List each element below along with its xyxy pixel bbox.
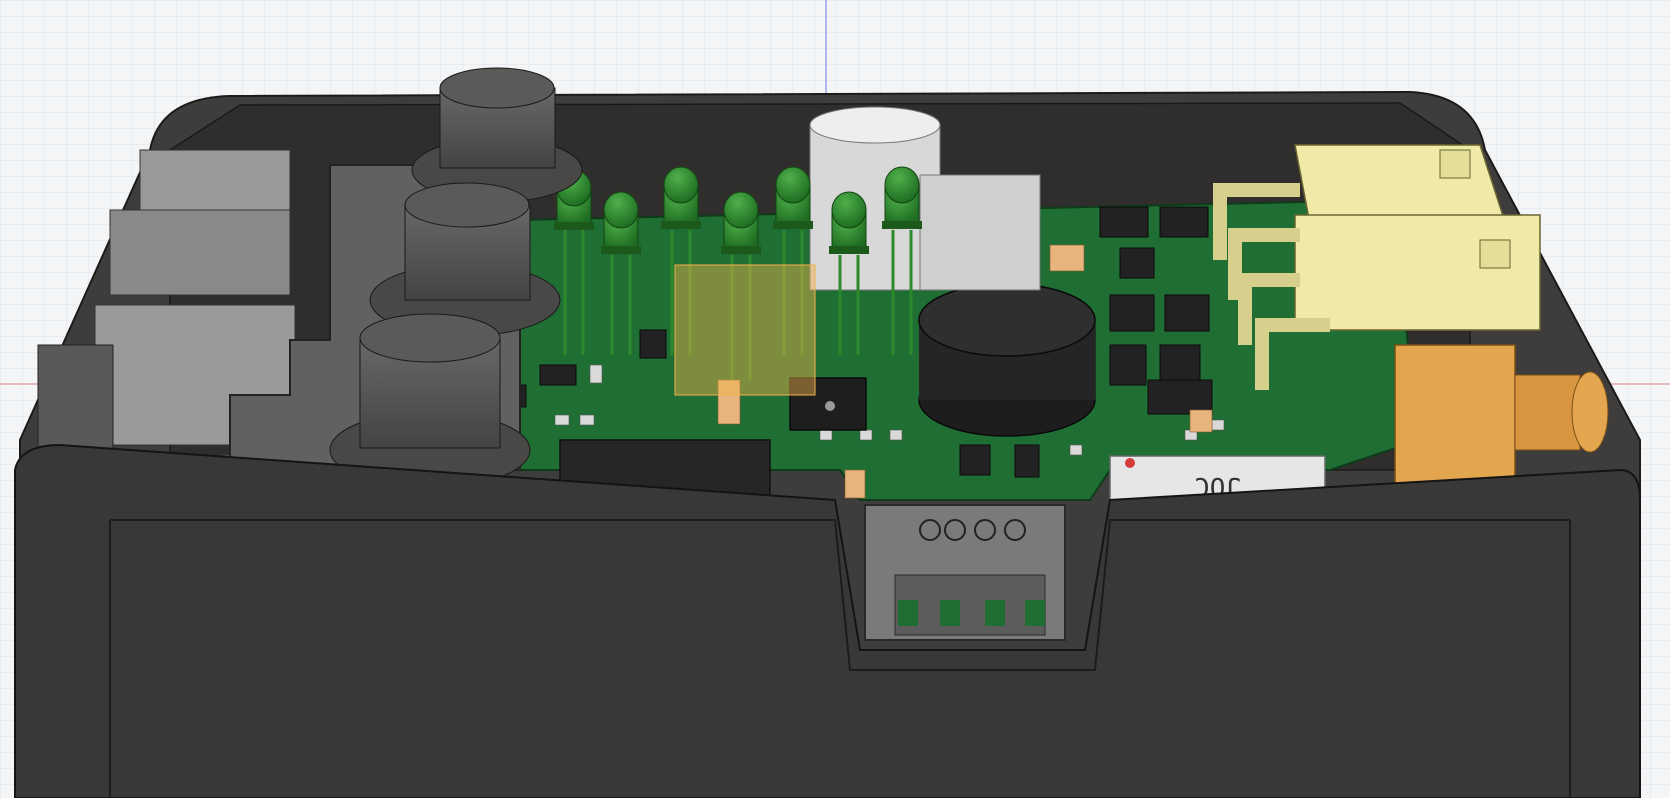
model-scene[interactable]: JOC — [0, 0, 1670, 798]
ic-pin1-dot — [825, 401, 835, 411]
knob-3[interactable] — [329, 313, 531, 489]
selection-highlight[interactable] — [674, 264, 816, 396]
inductor — [918, 283, 1096, 437]
3d-viewport[interactable]: JOC — [0, 0, 1670, 798]
sim-card-slot[interactable] — [864, 504, 1066, 641]
transformer-block — [919, 174, 1041, 291]
